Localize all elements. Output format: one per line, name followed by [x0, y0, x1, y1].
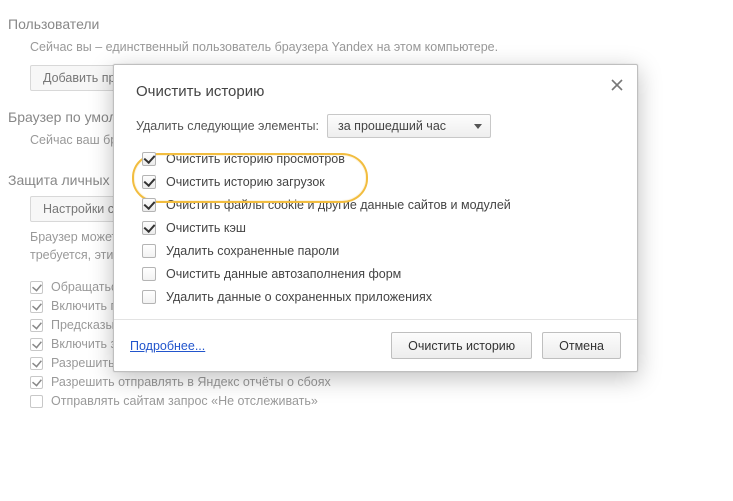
checkbox-icon[interactable] [142, 221, 156, 235]
time-range-row: Удалить следующие элементы: за прошедший… [136, 114, 615, 138]
clear-history-dialog: Очистить историю Удалить следующие элеме… [113, 64, 638, 372]
dialog-body: Удалить следующие элементы: за прошедший… [114, 102, 637, 319]
option-label: Удалить сохраненные пароли [166, 244, 339, 258]
time-range-select[interactable]: за прошедший час [327, 114, 491, 138]
time-range-label: Удалить следующие элементы: [136, 119, 319, 133]
checkbox-icon[interactable] [142, 198, 156, 212]
option-label: Очистить историю просмотров [166, 152, 345, 166]
option-label: Очистить данные автозаполнения форм [166, 267, 401, 281]
option-clear-cookies[interactable]: Очистить файлы cookie и другие данные са… [136, 198, 615, 212]
checkbox-icon[interactable] [142, 244, 156, 258]
modal-overlay: Очистить историю Удалить следующие элеме… [0, 0, 733, 501]
time-range-value: за прошедший час [338, 119, 446, 133]
option-delete-app-data[interactable]: Удалить данные о сохраненных приложениях [136, 290, 615, 304]
option-clear-autofill[interactable]: Очистить данные автозаполнения форм [136, 267, 615, 281]
dialog-title: Очистить историю [136, 83, 615, 100]
option-label: Очистить историю загрузок [166, 175, 325, 189]
option-label: Очистить кэш [166, 221, 246, 235]
close-icon[interactable] [609, 77, 625, 93]
dialog-actions: Очистить историю Отмена [391, 332, 621, 359]
chevron-down-icon [474, 124, 482, 129]
checkbox-icon[interactable] [142, 267, 156, 281]
option-label: Очистить файлы cookie и другие данные са… [166, 198, 511, 212]
option-delete-passwords[interactable]: Удалить сохраненные пароли [136, 244, 615, 258]
checkbox-icon[interactable] [142, 152, 156, 166]
cancel-button[interactable]: Отмена [542, 332, 621, 359]
options-list: Очистить историю просмотров Очистить ист… [136, 152, 615, 304]
option-clear-download-history[interactable]: Очистить историю загрузок [136, 175, 615, 189]
option-clear-cache[interactable]: Очистить кэш [136, 221, 615, 235]
learn-more-link[interactable]: Подробнее... [130, 339, 205, 353]
dialog-footer: Подробнее... Очистить историю Отмена [114, 319, 637, 371]
option-clear-browsing-history[interactable]: Очистить историю просмотров [136, 152, 615, 166]
dialog-header: Очистить историю [114, 65, 637, 102]
checkbox-icon[interactable] [142, 175, 156, 189]
option-label: Удалить данные о сохраненных приложениях [166, 290, 432, 304]
checkbox-icon[interactable] [142, 290, 156, 304]
clear-history-button[interactable]: Очистить историю [391, 332, 532, 359]
